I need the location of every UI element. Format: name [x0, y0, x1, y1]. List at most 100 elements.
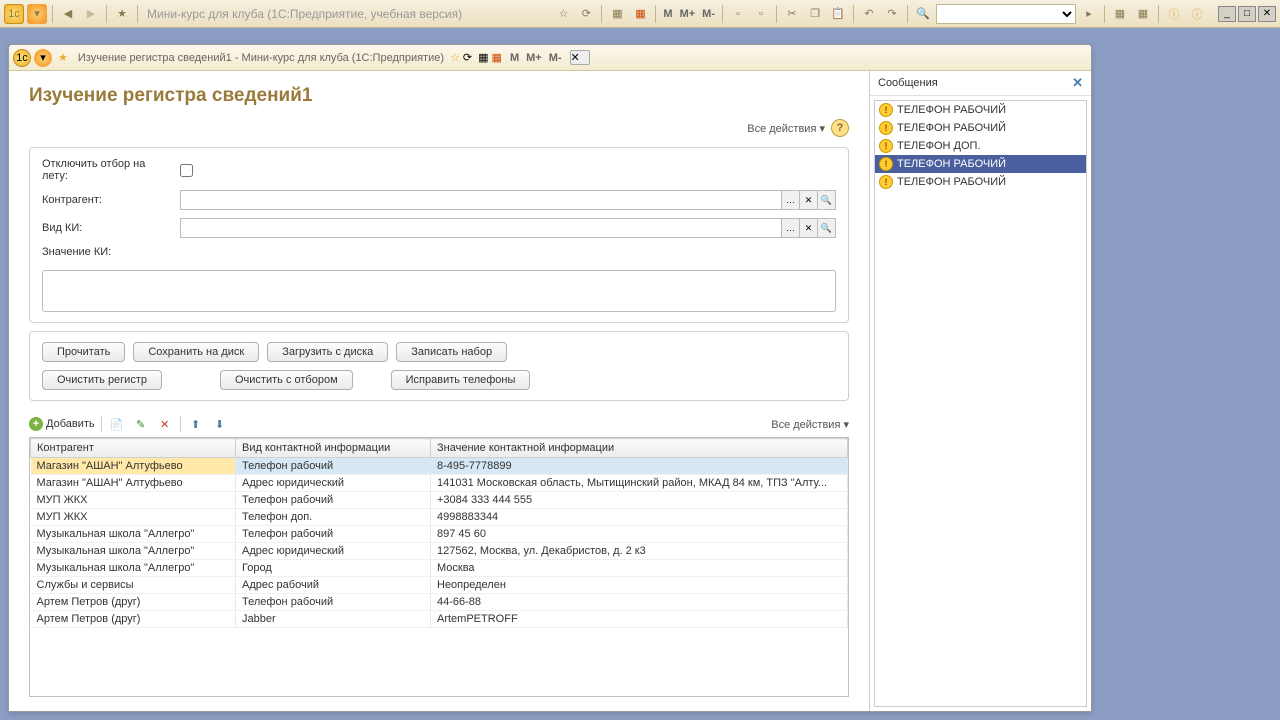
counterparty-pick-button[interactable]: … — [782, 190, 800, 210]
grid2-button[interactable]: ▦ — [1133, 4, 1153, 24]
col-counterparty[interactable]: Контрагент — [31, 439, 236, 458]
edit-row-button[interactable]: ✎ — [132, 415, 150, 433]
table-row[interactable]: Артем Петров (друг)JabberArtemPETROFF — [31, 611, 848, 628]
fav2-button[interactable]: ☆ — [553, 4, 573, 24]
data-table[interactable]: Контрагент Вид контактной информации Зна… — [29, 437, 849, 697]
table-row[interactable]: Магазин "АШАН" АлтуфьевоАдрес юридически… — [31, 475, 848, 492]
add-row-button[interactable]: +Добавить — [29, 417, 95, 431]
form-m[interactable]: M — [508, 52, 521, 64]
warning-icon: ! — [879, 175, 893, 189]
kind-label: Вид КИ: — [42, 222, 172, 234]
table-row[interactable]: Музыкальная школа "Аллегро"Телефон рабоч… — [31, 526, 848, 543]
about-icon[interactable]: ⓘ — [1187, 4, 1207, 24]
counterparty-clear-button[interactable]: ✕ — [800, 190, 818, 210]
form-dropdown[interactable]: ▾ — [34, 49, 52, 67]
form-close-button[interactable]: ✕ — [570, 50, 590, 65]
disable-filter-checkbox[interactable] — [180, 164, 193, 177]
form-history[interactable]: ⟳ — [463, 51, 472, 64]
warning-icon: ! — [879, 121, 893, 135]
dropdown-button[interactable]: ▾ — [27, 4, 47, 24]
search-button[interactable]: 🔍 — [913, 4, 933, 24]
maximize-button[interactable]: □ — [1238, 6, 1256, 22]
table-row[interactable]: Магазин "АШАН" АлтуфьевоТелефон рабочий8… — [31, 458, 848, 475]
counterparty-label: Контрагент: — [42, 194, 172, 206]
new-button[interactable]: ▫ — [728, 4, 748, 24]
m-plus-button[interactable]: M+ — [678, 8, 698, 20]
page-title: Изучение регистра сведений1 — [29, 85, 849, 107]
copy-button[interactable]: ❐ — [805, 4, 825, 24]
col-kind[interactable]: Вид контактной информации — [236, 439, 431, 458]
table-row[interactable]: МУП ЖКХТелефон доп.4998883344 — [31, 509, 848, 526]
form-m-minus[interactable]: M- — [547, 52, 564, 64]
save-disk-button[interactable]: Сохранить на диск — [133, 342, 259, 362]
favorite-button[interactable]: ★ — [112, 4, 132, 24]
form-m-plus[interactable]: M+ — [524, 52, 544, 64]
grid1-button[interactable]: ▦ — [1110, 4, 1130, 24]
table-row[interactable]: Артем Петров (друг)Телефон рабочий44-66-… — [31, 594, 848, 611]
form-favorite[interactable]: ★ — [58, 51, 68, 64]
undo-button[interactable]: ↶ — [859, 4, 879, 24]
read-button[interactable]: Прочитать — [42, 342, 125, 362]
kind-clear-button[interactable]: ✕ — [800, 218, 818, 238]
redo-button[interactable]: ↷ — [882, 4, 902, 24]
value-label: Значение КИ: — [42, 246, 836, 258]
help-button[interactable]: ? — [831, 119, 849, 137]
m-minus-button[interactable]: M- — [700, 8, 717, 20]
help-icon[interactable]: ⓘ — [1164, 4, 1184, 24]
message-item[interactable]: !ТЕЛЕФОН РАБОЧИЙ — [875, 101, 1086, 119]
messages-close-button[interactable]: ✕ — [1072, 75, 1083, 91]
m-button[interactable]: M — [661, 8, 674, 20]
form-logo: 1c — [13, 49, 31, 67]
table-row[interactable]: Музыкальная школа "Аллегро"Адрес юридиче… — [31, 543, 848, 560]
table-row[interactable]: Службы и сервисыАдрес рабочийНеопределен — [31, 577, 848, 594]
search-combo[interactable] — [936, 4, 1076, 24]
app-toolbar: 1c ▾ ◀ ▶ ★ Мини-курс для клуба (1С:Предп… — [0, 0, 1280, 28]
minimize-button[interactable]: _ — [1218, 6, 1236, 22]
form-fav2[interactable]: ☆ — [450, 51, 460, 64]
write-set-button[interactable]: Записать набор — [396, 342, 507, 362]
table-all-actions[interactable]: Все действия ▾ — [771, 418, 849, 431]
main-panel: Изучение регистра сведений1 Все действия… — [9, 71, 869, 711]
cut-button[interactable]: ✂ — [782, 4, 802, 24]
filter-group: Отключить отбор на лету: Контрагент: … ✕… — [29, 147, 849, 323]
message-item[interactable]: !ТЕЛЕФОН РАБОЧИЙ — [875, 119, 1086, 137]
close-button[interactable]: ✕ — [1258, 6, 1276, 22]
col-value[interactable]: Значение контактной информации — [431, 439, 848, 458]
form-toolbar: 1c ▾ ★ Изучение регистра сведений1 - Мин… — [9, 45, 1091, 71]
open-button[interactable]: ▫ — [751, 4, 771, 24]
copy-row-button[interactable]: 📄 — [108, 415, 126, 433]
messages-list[interactable]: !ТЕЛЕФОН РАБОЧИЙ!ТЕЛЕФОН РАБОЧИЙ!ТЕЛЕФОН… — [874, 100, 1087, 707]
form-title: Изучение регистра сведений1 - Мини-курс … — [78, 52, 444, 64]
history-button[interactable]: ⟳ — [576, 4, 596, 24]
message-item[interactable]: !ТЕЛЕФОН РАБОЧИЙ — [875, 173, 1086, 191]
form-window: 1c ▾ ★ Изучение регистра сведений1 - Мин… — [8, 44, 1092, 712]
message-item[interactable]: !ТЕЛЕФОН РАБОЧИЙ — [875, 155, 1086, 173]
move-down-button[interactable]: ⬇ — [211, 415, 229, 433]
clear-register-button[interactable]: Очистить регистр — [42, 370, 162, 390]
delete-row-button[interactable]: ✕ — [156, 415, 174, 433]
form-calendar[interactable]: ▦ — [492, 51, 502, 64]
go-button[interactable]: ▸ — [1079, 4, 1099, 24]
kind-search-button[interactable]: 🔍 — [818, 218, 836, 238]
kind-input[interactable] — [180, 218, 782, 238]
calc-button[interactable]: ▦ — [607, 4, 627, 24]
table-row[interactable]: Музыкальная школа "Аллегро"ГородМосква — [31, 560, 848, 577]
clear-filter-button[interactable]: Очистить с отбором — [220, 370, 353, 390]
value-textarea[interactable] — [42, 270, 836, 312]
calendar-button[interactable]: ▦ — [630, 4, 650, 24]
table-row[interactable]: МУП ЖКХТелефон рабочий+3084 333 444 555 — [31, 492, 848, 509]
warning-icon: ! — [879, 139, 893, 153]
counterparty-input[interactable] — [180, 190, 782, 210]
counterparty-search-button[interactable]: 🔍 — [818, 190, 836, 210]
all-actions-link[interactable]: Все действия ▾ — [747, 122, 825, 135]
nav-back-button[interactable]: ◀ — [58, 4, 78, 24]
nav-forward-button[interactable]: ▶ — [81, 4, 101, 24]
fix-phones-button[interactable]: Исправить телефоны — [391, 370, 531, 390]
paste-button[interactable]: 📋 — [828, 4, 848, 24]
move-up-button[interactable]: ⬆ — [187, 415, 205, 433]
load-disk-button[interactable]: Загрузить с диска — [267, 342, 388, 362]
message-item[interactable]: !ТЕЛЕФОН ДОП. — [875, 137, 1086, 155]
kind-pick-button[interactable]: … — [782, 218, 800, 238]
form-calc[interactable]: ▦ — [478, 51, 488, 64]
app-title: Мини-курс для клуба (1С:Предприятие, уче… — [147, 7, 462, 21]
